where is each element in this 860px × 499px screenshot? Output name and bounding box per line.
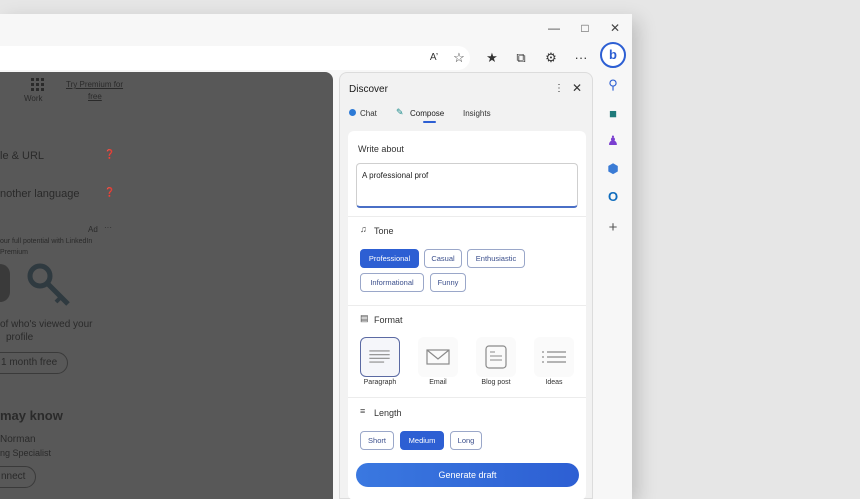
person-title: ng Specialist [0,448,52,458]
month-free-button[interactable]: 1 month free [0,352,69,374]
format-email[interactable] [418,337,458,377]
format-icon: ▤ [360,313,369,323]
format-paragraph[interactable] [360,337,400,377]
format-ideas[interactable] [534,337,574,377]
viewed-line2: profile [6,332,34,343]
close-icon[interactable]: ✕ [572,81,582,95]
add-favorite-icon[interactable]: ☆ [450,49,468,67]
paragraph-icon [369,350,390,363]
browser-toolbar: A’ ☆ ★ ⧉ ⚙ ··· [0,44,632,74]
collections-icon[interactable]: ⧉ [512,49,530,67]
length-label: Length [374,408,402,418]
profile-url-item[interactable]: le & URL [0,150,44,162]
minimize-icon[interactable]: — [542,21,566,37]
format-ideas-label: Ideas [545,379,563,386]
tab-chat[interactable]: Chat [360,109,377,118]
tone-informational[interactable]: Informational [360,273,424,292]
outlook-icon[interactable]: O [600,184,626,210]
read-aloud-icon[interactable]: A’ [425,49,443,67]
write-about-input[interactable]: A professional prof [356,163,578,208]
work-label[interactable]: Work [24,94,43,103]
panel-title: Discover [349,84,388,95]
ideas-icon [542,351,566,363]
language-item[interactable]: nother language [0,188,80,200]
people-icon[interactable]: ♟ [600,128,626,154]
format-label: Format [374,315,403,325]
tab-underline [423,121,436,123]
dimmed-page: Work Try Premium for free le & URL ❓ not… [0,72,333,499]
connect-label: nnect [1,471,26,482]
divider [348,216,586,217]
title-bar: — □ ✕ [0,14,632,44]
tone-label: Tone [374,226,394,236]
length-medium[interactable]: Medium [400,431,444,450]
write-about-label: Write about [358,144,404,154]
chat-icon [349,109,356,116]
promo-line1: our full potential with LinkedIn [0,238,93,245]
extensions-icon[interactable]: ⚙ [542,49,560,67]
tone-professional[interactable]: Professional [360,249,419,268]
tab-insights[interactable]: Insights [463,109,491,118]
search-icon[interactable]: ⚲ [600,72,626,98]
address-bar[interactable] [0,46,470,70]
write-about-value: A professional prof [362,171,429,180]
add-icon[interactable]: + [600,215,626,241]
ad-more-icon[interactable]: ··· [104,223,112,232]
viewed-line1: of who's viewed your [0,319,93,330]
favorites-icon[interactable]: ★ [483,49,501,67]
blog-post-icon [485,345,507,369]
ad-label: Ad [88,225,98,234]
format-blog-post[interactable] [476,337,516,377]
connect-button[interactable]: nnect [0,466,37,488]
avatar [0,264,10,302]
tone-funny[interactable]: Funny [430,273,466,292]
length-icon: ≡ [360,406,366,416]
bing-icon[interactable]: b [600,42,626,68]
may-know-heading: may know [0,408,63,423]
panel-more-icon[interactable]: ⋮ [554,83,564,94]
divider [348,305,586,306]
key-icon [26,262,74,310]
promo-line2: Premium [0,249,29,256]
more-icon[interactable]: ··· [572,49,590,67]
help-icon[interactable]: ❓ [104,187,115,198]
office-icon[interactable]: ⬢ [600,156,626,182]
format-blog-post-label: Blog post [481,379,511,386]
generate-draft-button[interactable]: Generate draft [356,463,579,487]
discover-panel: Discover ⋮ ✕ Chat ✎ Compose Insights Wri… [339,72,593,499]
help-icon[interactable]: ❓ [104,149,115,160]
email-icon [426,349,450,365]
tone-casual[interactable]: Casual [424,249,462,268]
tab-compose[interactable]: Compose [410,109,444,118]
length-short[interactable]: Short [360,431,394,450]
tone-icon: ♫ [360,224,367,234]
divider [348,397,586,398]
month-free-label: 1 month free [1,357,58,368]
format-paragraph-label: Paragraph [363,379,397,386]
shopping-icon[interactable]: ■ [600,101,626,127]
maximize-icon[interactable]: □ [573,21,597,37]
length-long[interactable]: Long [450,431,482,450]
try-premium-link[interactable]: Try Premium for [66,80,123,89]
tone-enthusiastic[interactable]: Enthusiastic [467,249,525,268]
person-name[interactable]: Norman [0,434,36,445]
try-premium-link-2[interactable]: free [88,92,102,101]
grid-icon[interactable] [31,78,45,92]
compose-icon: ✎ [396,107,404,117]
format-email-label: Email [429,379,447,386]
